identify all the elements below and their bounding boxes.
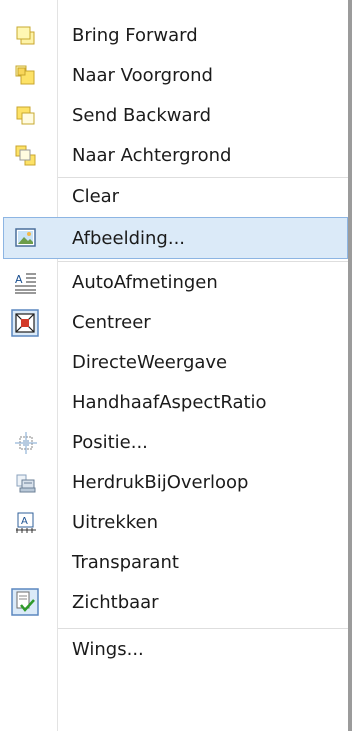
visible-check-icon (11, 588, 39, 616)
reprint-overflow-icon (14, 471, 38, 495)
menu-separator (58, 261, 348, 262)
context-menu: Bring Forward Naar Voorgrond Send Backwa… (0, 0, 352, 731)
picture-icon (14, 226, 38, 250)
send-backward-icon (14, 104, 38, 128)
menu-item-uitrekken[interactable]: A Uitrekken (3, 503, 348, 543)
menu-item-afbeelding[interactable]: Afbeelding... (3, 217, 348, 259)
menu-item-bring-forward[interactable]: Bring Forward (3, 16, 348, 56)
position-icon (14, 431, 38, 455)
menu-item-wings[interactable]: Wings... (3, 630, 348, 670)
stretch-icon: A (14, 511, 38, 535)
send-to-back-icon (14, 144, 38, 168)
menu-item-send-backward[interactable]: Send Backward (3, 96, 348, 136)
bring-forward-icon (14, 24, 38, 48)
menu-item-transparant[interactable]: Transparant (3, 543, 348, 583)
menu-item-autoafmetingen[interactable]: A AutoAfmetingen (3, 263, 348, 303)
menu-separator (58, 628, 348, 629)
bring-to-front-icon (14, 64, 38, 88)
menu-item-positie[interactable]: Positie... (3, 423, 348, 463)
menu-item-directeweergave[interactable]: DirecteWeergave (3, 343, 348, 383)
center-icon (11, 309, 39, 337)
menu-item-clear[interactable]: Clear (3, 177, 348, 217)
auto-size-icon: A (14, 271, 38, 295)
menu-right-border (348, 0, 352, 731)
svg-text:A: A (15, 273, 23, 286)
menu-item-zichtbaar[interactable]: Zichtbaar (3, 583, 348, 623)
menu-item-handhaafaspectratio[interactable]: HandhaafAspectRatio (3, 383, 348, 423)
menu-item-naar-achtergrond[interactable]: Naar Achtergrond (3, 136, 348, 176)
menu-item-herdrukbijoverloop[interactable]: HerdrukBijOverloop (3, 463, 348, 503)
menu-item-centreer[interactable]: Centreer (3, 303, 348, 343)
svg-text:A: A (21, 516, 28, 527)
menu-item-naar-voorgrond[interactable]: Naar Voorgrond (3, 56, 348, 96)
